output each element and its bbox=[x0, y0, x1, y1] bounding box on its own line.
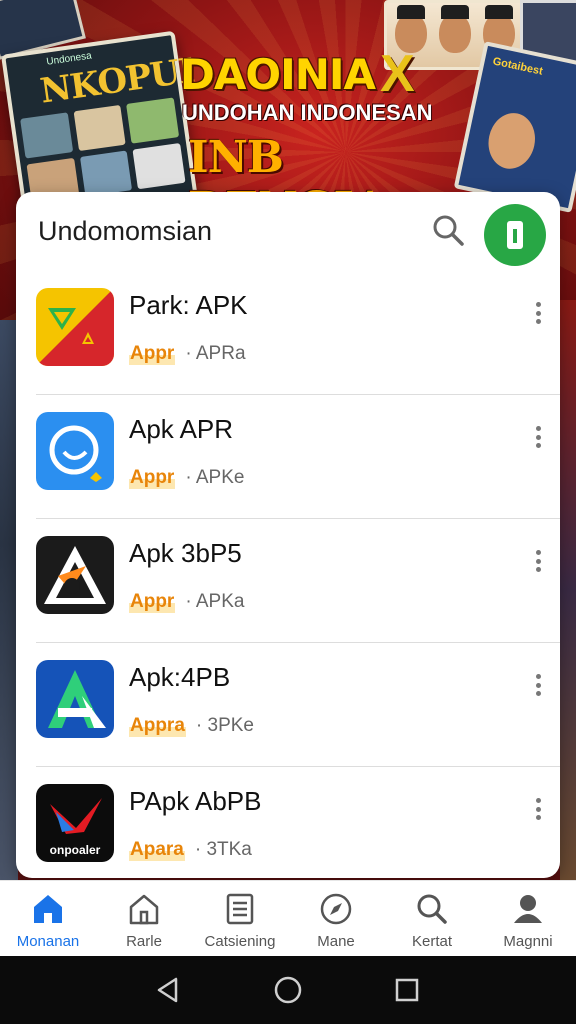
nav-item-mane[interactable]: Mane bbox=[288, 881, 384, 956]
app-meta: Appr · APKe bbox=[129, 467, 244, 489]
app-name: Apk 3bP5 bbox=[129, 538, 242, 568]
nav-item-rarle[interactable]: Rarle bbox=[96, 881, 192, 956]
app-badge: Apara bbox=[129, 839, 185, 861]
compass-icon bbox=[320, 893, 352, 925]
list-item[interactable]: Apk:4PB Appra · 3PKe bbox=[16, 642, 560, 766]
more-options-icon[interactable] bbox=[528, 546, 548, 576]
onpoaler-text: onpoaler bbox=[50, 843, 101, 857]
list-item[interactable]: onpoaler PApk AbPB Apara · 3TKa bbox=[16, 766, 560, 878]
thumb-image bbox=[20, 112, 73, 159]
app-badge: Appr bbox=[129, 343, 176, 365]
app-meta-text: · 3TKa bbox=[194, 839, 252, 860]
home-icon bbox=[34, 895, 62, 923]
app-meta: Appra · 3PKe bbox=[129, 715, 254, 737]
nav-label: Magnni bbox=[503, 933, 553, 950]
nav-item-kertat[interactable]: Kertat bbox=[384, 881, 480, 956]
app-badge: Appr bbox=[129, 467, 176, 489]
thumb-image bbox=[79, 150, 133, 197]
list-item[interactable]: Apk APR Appr · APKe bbox=[16, 394, 560, 518]
panel-title: Undomomsian bbox=[38, 216, 213, 246]
nav-label: Mane bbox=[317, 933, 355, 950]
banner-card-right-title: Gotaibest bbox=[491, 55, 544, 78]
person-face bbox=[439, 5, 471, 53]
app-name: Park: APK bbox=[129, 290, 248, 320]
nav-label: Monanan bbox=[16, 933, 80, 950]
app-badge: Appr bbox=[129, 591, 176, 613]
home-circle-icon[interactable] bbox=[271, 973, 305, 1007]
app-meta-text: · APRa bbox=[185, 343, 246, 364]
list-item[interactable]: Park: APK Appr · APRa bbox=[16, 270, 560, 394]
banner-headline: DAOINIA X UNDOHAN INDONESAN INB DENGIA bbox=[180, 45, 480, 234]
headline-line1: DAOINIA bbox=[180, 50, 376, 99]
bottom-nav: Monanan Rarle Catsiening Mane Kertat Mag… bbox=[0, 880, 576, 956]
search-icon[interactable] bbox=[430, 212, 466, 248]
app-meta: Appr · APKa bbox=[129, 591, 244, 613]
app-meta: Apara · 3TKa bbox=[129, 839, 252, 861]
onpoaler-icon: onpoaler bbox=[36, 784, 114, 862]
app-logo-glyph bbox=[507, 221, 523, 249]
person-icon bbox=[514, 895, 542, 923]
document-icon bbox=[226, 893, 254, 925]
banner-card-right-face bbox=[483, 108, 541, 174]
headline-line2: UNDOHAN INDONESAN bbox=[182, 100, 433, 125]
recents-square-icon[interactable] bbox=[390, 973, 424, 1007]
nav-label: Kertat bbox=[411, 933, 453, 950]
more-options-icon[interactable] bbox=[528, 298, 548, 328]
app-logo-icon[interactable] bbox=[484, 204, 546, 266]
background-side-right bbox=[560, 300, 576, 880]
blue-a-icon bbox=[36, 660, 114, 738]
back-triangle-icon[interactable] bbox=[152, 973, 186, 1007]
app-badge: Appra bbox=[129, 715, 186, 737]
more-options-icon[interactable] bbox=[528, 670, 548, 700]
app-list-panel: Undomomsian Park: APK Appr · APRa Apk AP… bbox=[16, 192, 560, 878]
blue-circle-icon bbox=[36, 412, 114, 490]
more-options-icon[interactable] bbox=[528, 794, 548, 824]
colorful-triangle-icon bbox=[36, 288, 114, 366]
app-meta: Appr · APRa bbox=[129, 343, 246, 365]
list-item[interactable]: Apk 3bP5 Appr · APKa bbox=[16, 518, 560, 642]
system-nav-bar bbox=[0, 956, 576, 1024]
nav-label: Catsiening bbox=[204, 933, 276, 950]
thumb-image bbox=[126, 97, 180, 144]
thumb-image bbox=[132, 142, 186, 190]
banner-card-thumbs bbox=[20, 97, 186, 205]
nav-item-magnni[interactable]: Magnni bbox=[480, 881, 576, 956]
app-list: Park: APK Appr · APRa Apk APR Appr · APK… bbox=[16, 270, 560, 878]
thumb-image bbox=[73, 104, 127, 152]
black-triangle-icon bbox=[36, 536, 114, 614]
search-icon bbox=[417, 894, 447, 924]
app-name: Apk:4PB bbox=[129, 662, 231, 692]
nav-label: Rarle bbox=[126, 933, 162, 950]
app-meta-text: · 3PKe bbox=[195, 715, 254, 736]
app-meta-text: · APKa bbox=[185, 591, 245, 612]
app-name: Apk APR bbox=[129, 414, 234, 444]
app-meta-text: · APKe bbox=[185, 467, 245, 488]
app-name: PApk AbPB bbox=[129, 786, 262, 816]
more-options-icon[interactable] bbox=[528, 422, 548, 452]
nav-item-home[interactable]: Monanan bbox=[0, 881, 96, 956]
nav-item-catsiening[interactable]: Catsiening bbox=[192, 881, 288, 956]
headline-x-mark: X bbox=[380, 45, 415, 103]
house-outline-icon bbox=[129, 894, 159, 925]
panel-header: Undomomsian bbox=[16, 192, 560, 270]
